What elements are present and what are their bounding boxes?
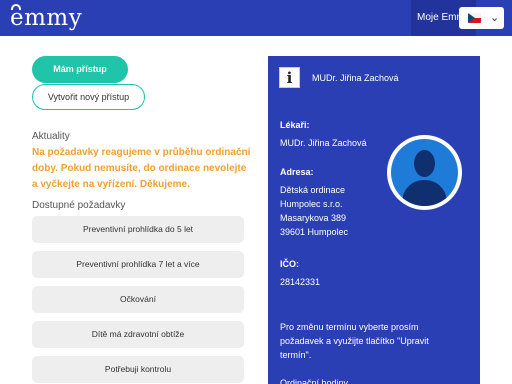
request-button-checkup[interactable]: Potřebuji kontrolu [32, 356, 244, 383]
address-line: Dětská ordinace [280, 185, 346, 195]
hours-label: Ordinační hodiny [280, 378, 349, 384]
note-line: požadavek a využijte tlačítko "Upravit [280, 336, 429, 346]
doctor-avatar [387, 135, 462, 210]
cz-flag-icon [468, 13, 481, 23]
request-button-prevention-under-5[interactable]: Preventivní prohlídka do 5 let [32, 216, 244, 243]
address-label: Adresa: [280, 167, 314, 177]
note-line: Pro změnu termínu vyberte prosím [280, 322, 419, 332]
ico-label: IČO: [280, 259, 299, 269]
news-title: Aktuality [32, 131, 70, 142]
address-line: 39601 Humpolec [280, 227, 349, 237]
top-bar: emmy Moje Emmy ⌄ [0, 0, 512, 36]
create-access-button[interactable]: Vytvořit nový přístup [32, 84, 145, 110]
address-line: Masarykova 389 [280, 213, 347, 223]
logo-text: emmy [10, 5, 83, 31]
panel-heading: MUDr. Jiřina Zachová [312, 73, 399, 83]
news-text: Na požadavky reagujeme v průběhu ordinač… [32, 147, 251, 190]
request-button-prevention-7-plus[interactable]: Preventivní prohlídka 7 let a více [32, 251, 244, 278]
emmy-logo[interactable]: emmy [10, 3, 90, 33]
doctors-label: Lékaři: [280, 120, 310, 130]
request-button-vaccination[interactable]: Očkování [32, 286, 244, 313]
have-access-button[interactable]: Mám přístup [32, 56, 128, 83]
chevron-down-icon: ⌄ [490, 12, 500, 24]
address-line: Humpolec s.r.o. [280, 199, 343, 209]
doctor-name: MUDr. Jiřina Zachová [280, 138, 367, 148]
info-icon: i [279, 67, 300, 88]
request-button-health-issues[interactable]: Dítě má zdravotní obtíže [32, 321, 244, 348]
requests-title: Dostupné požadavky [32, 200, 126, 211]
ico-value: 28142331 [280, 277, 321, 287]
language-select[interactable]: ⌄ [459, 7, 504, 29]
user-silhouette-icon [391, 139, 458, 206]
note-line: termín". [280, 350, 312, 360]
